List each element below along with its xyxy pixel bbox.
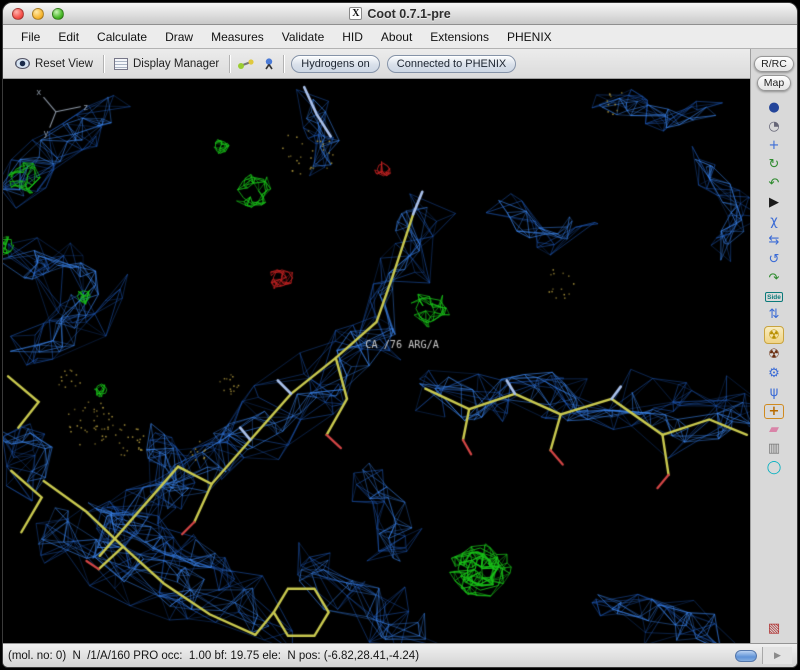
menu-measures[interactable]: Measures: [203, 28, 272, 46]
go-to-ligand-icon[interactable]: [262, 57, 276, 70]
gl-canvas[interactable]: [3, 79, 750, 643]
menu-edit[interactable]: Edit: [50, 28, 87, 46]
sphere-refine-icon[interactable]: ⚙: [764, 366, 784, 382]
reset-view-button[interactable]: Reset View: [12, 56, 96, 72]
play-icon: ▶: [774, 650, 781, 660]
window-controls: [12, 3, 64, 24]
menu-about[interactable]: About: [373, 28, 420, 46]
window-title: X Coot 0.7.1-pre: [349, 6, 451, 21]
status-text: (mol. no: 0) N /1/A/160 PRO occ: 1.00 bf…: [8, 649, 420, 662]
modelling-toolbar: ● ◔ + ↻ ↶ ▶ χ ⇆ ↺ ↷ Side ⇅ ☢ ☢ ⚙ ψ + ▰ ▥ ◯ ▧: [764, 91, 784, 643]
toolbar-separator: [283, 54, 285, 73]
status-scrollbar-thumb[interactable]: [735, 649, 757, 662]
eraser-icon[interactable]: ▰: [764, 422, 784, 438]
jiggle-fit-icon[interactable]: ⇅: [764, 307, 784, 323]
toolbar-separator: [102, 54, 104, 73]
coot-window: X Coot 0.7.1-pre File Edit Calculate Dra…: [2, 2, 798, 668]
delete-item-icon[interactable]: ▥: [764, 441, 784, 457]
add-atom-icon[interactable]: +: [764, 404, 784, 419]
side-panel: R/RC Map ● ◔ + ↻ ↶ ▶ χ ⇆ ↺ ↷ Side ⇅ ☢ ☢ ⚙ ψ + ▰ ▥ ◯ ▧: [750, 49, 797, 643]
move-fragment-icon[interactable]: +: [764, 138, 784, 154]
molecular-viewport[interactable]: [3, 79, 750, 643]
minimize-button[interactable]: [32, 7, 44, 20]
display-issues-icon[interactable]: ▧: [764, 621, 784, 637]
menu-calculate[interactable]: Calculate: [89, 28, 155, 46]
menu-bar: File Edit Calculate Draw Measures Valida…: [3, 25, 797, 49]
menu-extensions[interactable]: Extensions: [422, 28, 497, 46]
edit-chi-angles-icon[interactable]: χ: [764, 214, 784, 230]
recenter-view-icon[interactable]: ◔: [764, 119, 784, 135]
regularize-zone-icon[interactable]: ☢: [764, 347, 784, 363]
display-manager-icon: [113, 57, 128, 70]
rotate-peptide-icon[interactable]: ↺: [764, 252, 784, 268]
real-space-refine-icon[interactable]: ☢: [764, 326, 784, 344]
rotate-translate-zone-icon[interactable]: ↻: [764, 157, 784, 173]
title-bar[interactable]: X Coot 0.7.1-pre: [3, 3, 797, 25]
map-sphere-icon[interactable]: ●: [764, 100, 784, 116]
display-manager-button[interactable]: Display Manager: [111, 56, 222, 72]
toolbar-separator: [229, 54, 231, 73]
menu-validate[interactable]: Validate: [274, 28, 332, 46]
rrc-button[interactable]: R/RC: [754, 56, 794, 72]
display-manager-label: Display Manager: [132, 57, 220, 70]
menu-draw[interactable]: Draw: [157, 28, 201, 46]
auto-fit-rotamer-icon[interactable]: ↶: [764, 176, 784, 192]
phenix-status-button[interactable]: Connected to PHENIX: [386, 54, 517, 73]
torsion-general-icon[interactable]: ψ: [764, 385, 784, 401]
go-to-atom-icon[interactable]: [237, 58, 255, 70]
toolbar: Reset View Display Manager Hydrogens on …: [3, 49, 750, 79]
content-area: Reset View Display Manager Hydrogens on …: [3, 49, 797, 643]
main-column: Reset View Display Manager Hydrogens on …: [3, 49, 750, 643]
go-to-blob-icon[interactable]: ◯: [764, 460, 784, 476]
menu-phenix[interactable]: PHENIX: [499, 28, 560, 46]
add-terminal-residue-icon[interactable]: ▶: [764, 195, 784, 211]
eye-icon: [15, 58, 30, 69]
flip-peptide-icon[interactable]: ↷: [764, 271, 784, 287]
cis-trans-toggle-icon[interactable]: ⇆: [764, 233, 784, 249]
close-button[interactable]: [12, 7, 24, 20]
reset-view-label: Reset View: [35, 57, 93, 70]
hydrogens-toggle-button[interactable]: Hydrogens on: [291, 54, 380, 73]
x11-icon: X: [349, 7, 363, 20]
status-bar: (mol. no: 0) N /1/A/160 PRO occ: 1.00 bf…: [3, 643, 797, 667]
map-button[interactable]: Map: [756, 75, 792, 91]
side-chain-180-icon[interactable]: Side: [765, 292, 783, 302]
zoom-button[interactable]: [52, 7, 64, 20]
console-expander-button[interactable]: ▶: [762, 647, 792, 664]
menu-hid[interactable]: HID: [334, 28, 371, 46]
window-title-text: Coot 0.7.1-pre: [367, 6, 451, 21]
menu-file[interactable]: File: [13, 28, 48, 46]
